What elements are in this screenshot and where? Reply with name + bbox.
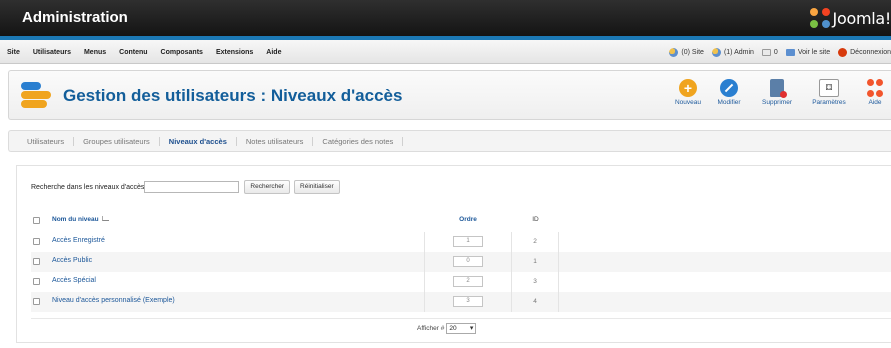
order-cell: 3 xyxy=(424,292,512,312)
table-row: Accès Spécial 2 3 xyxy=(31,272,891,292)
main-menu-bar: Site Utilisateurs Menus Contenu Composan… xyxy=(0,40,891,64)
joomla-logo-icon xyxy=(809,8,830,28)
site-users-status[interactable]: (0) Site xyxy=(669,47,704,57)
row-checkbox[interactable] xyxy=(33,278,40,285)
order-cell: 0 xyxy=(424,252,512,272)
monitor-icon xyxy=(785,48,795,56)
search-button[interactable]: Rechercher xyxy=(244,180,291,194)
edit-button[interactable]: Modifier xyxy=(712,79,746,115)
page-title: Gestion des utilisateurs : Niveaux d'acc… xyxy=(63,86,403,105)
params-button[interactable]: ⚃ Paramètres xyxy=(809,79,849,115)
site-users-count: (0) Site xyxy=(681,48,704,56)
users-icon xyxy=(669,47,679,57)
users-icon xyxy=(711,47,721,57)
order-input[interactable]: 0 xyxy=(453,256,483,267)
order-input[interactable]: 2 xyxy=(453,276,483,287)
id-cell: 4 xyxy=(512,292,559,312)
column-name-header[interactable]: Nom du niveau xyxy=(52,216,109,223)
row-checkbox[interactable] xyxy=(33,238,40,245)
menu-item-content[interactable]: Contenu xyxy=(112,49,153,56)
params-button-label: Paramètres xyxy=(812,99,846,106)
view-site-label: Voir le site xyxy=(797,48,831,56)
menu-item-menus[interactable]: Menus xyxy=(77,49,112,56)
view-site-link[interactable]: Voir le site xyxy=(785,48,831,56)
order-cell: 2 xyxy=(424,272,512,292)
tab-note-categories[interactable]: Catégories des notes xyxy=(313,136,404,146)
delete-button-label: Supprimer xyxy=(762,99,792,106)
admin-header: Administration Joomla! xyxy=(0,0,891,36)
column-name-label: Nom du niveau xyxy=(52,216,99,223)
level-name-link[interactable]: Niveau d'accès personnalisé (Exemple) xyxy=(52,297,175,304)
joomla-brand[interactable]: Joomla! xyxy=(809,7,891,29)
options-icon: ⚃ xyxy=(819,79,839,97)
new-button-label: Nouveau xyxy=(674,99,702,106)
help-icon xyxy=(867,79,883,97)
page-toolbar: Gestion des utilisateurs : Niveaux d'acc… xyxy=(8,70,891,120)
order-cell: 1 xyxy=(424,232,512,252)
menu-item-site[interactable]: Site xyxy=(0,49,26,56)
menu-item-users[interactable]: Utilisateurs xyxy=(26,49,77,56)
id-cell: 1 xyxy=(512,252,559,272)
table-header: Nom du niveau Ordre ID xyxy=(31,214,891,228)
admin-users-status[interactable]: (1) Admin xyxy=(711,47,754,57)
mail-icon xyxy=(761,48,771,56)
filter-label: Recherche dans les niveaux d'accès xyxy=(31,183,145,191)
help-button[interactable]: Aide xyxy=(862,79,888,115)
order-input[interactable]: 3 xyxy=(453,296,483,307)
menu-item-components[interactable]: Composants xyxy=(154,49,209,56)
content-panel: Recherche dans les niveaux d'accès Reche… xyxy=(16,165,891,343)
level-name-link[interactable]: Accès Enregistré xyxy=(52,237,105,244)
pencil-icon xyxy=(720,79,738,97)
order-input[interactable]: 1 xyxy=(453,236,483,247)
level-name-link[interactable]: Accès Spécial xyxy=(52,277,96,284)
reset-button[interactable]: Réinitialiser xyxy=(294,180,340,194)
plus-icon: + xyxy=(679,79,697,97)
menu-item-help[interactable]: Aide xyxy=(259,49,287,56)
list-limit: Afficher # 20 xyxy=(417,323,477,334)
menu-item-extensions[interactable]: Extensions xyxy=(209,49,259,56)
help-button-label: Aide xyxy=(868,99,882,106)
sort-icon xyxy=(101,216,109,221)
messages-status[interactable]: 0 xyxy=(761,48,778,56)
column-id-header[interactable]: ID xyxy=(512,214,559,228)
edit-button-label: Modifier xyxy=(717,99,741,106)
list-limit-label: Afficher # xyxy=(417,325,445,332)
select-all-checkbox[interactable] xyxy=(33,217,40,224)
row-checkbox[interactable] xyxy=(33,258,40,265)
logout-icon xyxy=(838,47,848,57)
tab-user-notes[interactable]: Notes utilisateurs xyxy=(237,136,314,146)
status-bar: (0) Site (1) Admin 0 Voir le site Déconn… xyxy=(661,40,891,64)
tab-user-groups[interactable]: Groupes utilisateurs xyxy=(74,136,160,146)
trash-icon xyxy=(770,79,787,98)
tab-users[interactable]: Utilisateurs xyxy=(27,136,75,146)
filter-bar: Recherche dans les niveaux d'accès Reche… xyxy=(31,180,344,194)
logout-link[interactable]: Déconnexion xyxy=(838,47,891,57)
search-input[interactable] xyxy=(144,181,240,193)
messages-count: 0 xyxy=(773,48,778,56)
admin-users-count: (1) Admin xyxy=(723,48,754,56)
table-row: Accès Enregistré 1 2 xyxy=(31,232,891,252)
brand-name: Joomla! xyxy=(832,8,891,28)
table-row: Niveau d'accès personnalisé (Exemple) 3 … xyxy=(31,292,891,312)
tab-access-levels[interactable]: Niveaux d'accès xyxy=(160,136,237,146)
access-levels-icon xyxy=(21,80,51,110)
tab-list: Utilisateurs Groupes utilisateurs Niveau… xyxy=(27,131,404,151)
id-cell: 2 xyxy=(512,232,559,252)
submenu-tabs: Utilisateurs Groupes utilisateurs Niveau… xyxy=(8,130,891,152)
row-checkbox[interactable] xyxy=(33,298,40,305)
main-menu: Site Utilisateurs Menus Contenu Composan… xyxy=(0,40,287,64)
list-limit-select[interactable]: 20 xyxy=(446,323,477,334)
logout-label: Déconnexion xyxy=(850,48,891,56)
column-order-header[interactable]: Ordre xyxy=(424,214,512,228)
header-title: Administration xyxy=(22,9,128,26)
new-button[interactable]: + Nouveau xyxy=(671,79,705,115)
table-row: Accès Public 0 1 xyxy=(31,252,891,272)
level-name-link[interactable]: Accès Public xyxy=(52,257,92,264)
delete-button[interactable]: Supprimer xyxy=(757,79,797,115)
pagination-bar: Afficher # 20 xyxy=(31,318,891,338)
id-cell: 3 xyxy=(512,272,559,292)
